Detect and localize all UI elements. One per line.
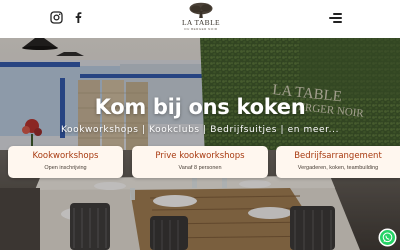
- social-links: [50, 11, 85, 24]
- hamburger-menu-icon[interactable]: [328, 12, 342, 24]
- card-description: Open inschrijving: [44, 165, 87, 171]
- card-bedrijfsarrangement[interactable]: Bedrijfsarrangement Vergaderen, koken, t…: [276, 146, 400, 178]
- card-title: Bedrijfsarrangement: [294, 151, 382, 161]
- card-prive-kookworkshops[interactable]: Prive kookworkshops Vanaf 8 personen: [132, 146, 268, 178]
- facebook-icon[interactable]: [72, 11, 85, 24]
- card-description: Vergaderen, koken, teambuilding: [297, 165, 379, 171]
- card-title: Prive kookworkshops: [155, 151, 245, 161]
- site-header: LA TABLE DU BERGER NOIR: [0, 0, 400, 38]
- hero-title: Kom bij ons koken: [94, 95, 306, 119]
- hero-section: LA TABLE ERGER NOIR Kom bij ons koken Ko…: [0, 38, 400, 250]
- card-description: Vanaf 8 personen: [178, 165, 222, 171]
- logo-subtitle: DU BERGER NOIR: [184, 27, 218, 31]
- hero-overlay: [0, 38, 400, 250]
- instagram-icon[interactable]: [50, 11, 63, 24]
- logo-title: LA TABLE: [181, 18, 221, 27]
- card-title: Kookworkshops: [32, 151, 99, 161]
- site-logo[interactable]: LA TABLE DU BERGER NOIR: [178, 2, 224, 36]
- card-kookworkshops[interactable]: Kookworkshops Open inschrijving: [8, 146, 123, 178]
- hero-subtitle: Kookworkshops | Kookclubs | Bedrijfsuitj…: [60, 125, 340, 135]
- whatsapp-icon[interactable]: [380, 230, 395, 245]
- tree-logo-icon: [189, 2, 213, 18]
